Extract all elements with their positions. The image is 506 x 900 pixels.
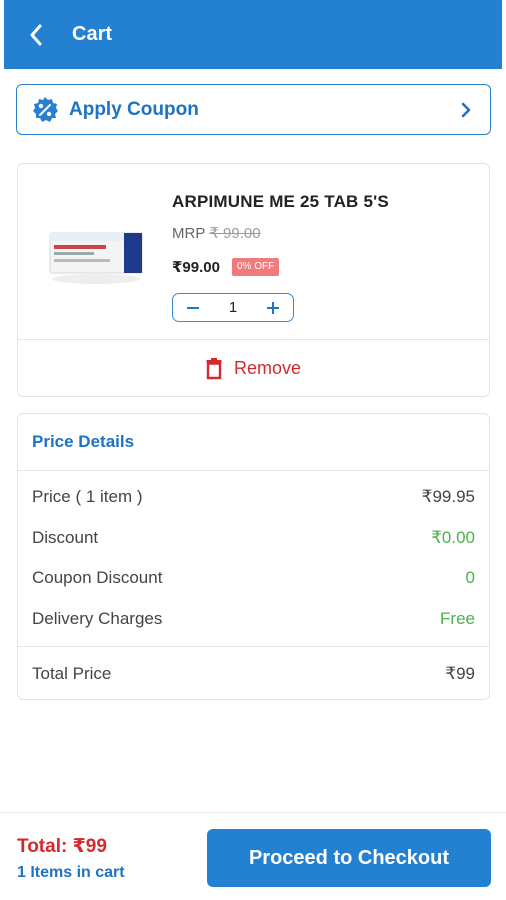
delivery-charges-value: Free	[440, 609, 475, 628]
apply-coupon-label: Apply Coupon	[69, 98, 199, 120]
price-details-header: Price Details	[18, 414, 489, 471]
discount-row-value: ₹0.00	[431, 528, 475, 547]
coupon-discount-value: 0	[465, 568, 475, 587]
divider	[18, 646, 489, 647]
cart-item-card: ARPIMUNE ME 25 TAB 5'S MRP ₹ 99.00 ₹99.00…	[17, 163, 490, 397]
plus-icon	[267, 301, 279, 314]
app-bar: Cart	[4, 0, 502, 69]
price-details-card: Price Details Price ( 1 item ) ₹99.95 Di…	[17, 413, 490, 700]
trash-icon	[206, 357, 222, 379]
product-name[interactable]: ARPIMUNE ME 25 TAB 5'S	[172, 192, 389, 212]
remove-label: Remove	[233, 358, 302, 378]
chevron-right-icon	[461, 102, 471, 117]
increment-button[interactable]	[265, 300, 281, 316]
coupon-discount-row: Coupon Discount 0	[32, 568, 475, 588]
total-price-value: ₹99	[445, 664, 475, 683]
mrp-label: MRP	[172, 225, 206, 242]
price-row-value: ₹99.95	[421, 487, 475, 506]
remove-button[interactable]: Remove	[18, 340, 489, 397]
footer-total: Total: ₹99	[17, 836, 107, 857]
discount-badge-icon	[33, 96, 58, 122]
product-price: ₹99.00	[172, 259, 220, 276]
price-row-label: Price ( 1 item )	[32, 487, 143, 506]
coupon-discount-label: Coupon Discount	[32, 568, 163, 587]
price-details-title: Price Details	[32, 432, 135, 451]
page-title: Cart	[72, 23, 113, 45]
mrp-value: ₹ 99.00	[209, 225, 261, 242]
minus-icon	[187, 306, 199, 309]
cart-page: Cart Apply Coupon ARPIMUNE ME 25 TAB 5'S…	[0, 0, 506, 900]
discount-row-label: Discount	[32, 528, 99, 547]
mrp-text: MRP ₹ 99.00	[172, 224, 261, 242]
total-price-label: Total Price	[32, 664, 112, 683]
delivery-charges-label: Delivery Charges	[32, 609, 163, 628]
delivery-charges-row: Delivery Charges Free	[32, 609, 475, 629]
quantity-stepper: 1	[172, 293, 294, 322]
product-image[interactable]	[44, 217, 148, 289]
discount-row: Discount ₹0.00	[32, 528, 475, 548]
apply-coupon-button[interactable]: Apply Coupon	[16, 84, 491, 135]
items-count: 1 Items in cart	[17, 864, 125, 881]
back-button[interactable]	[8, 0, 64, 69]
proceed-to-checkout-button[interactable]: Proceed to Checkout	[207, 829, 491, 887]
price-row: Price ( 1 item ) ₹99.95	[32, 487, 475, 507]
total-price-row: Total Price ₹99	[32, 664, 475, 684]
discount-badge: 0% OFF	[232, 258, 280, 276]
decrement-button[interactable]	[185, 300, 201, 316]
quantity-value: 1	[228, 299, 238, 316]
checkout-bar: Total: ₹99 1 Items in cart Proceed to Ch…	[0, 812, 506, 900]
back-arrow-icon	[30, 24, 42, 45]
